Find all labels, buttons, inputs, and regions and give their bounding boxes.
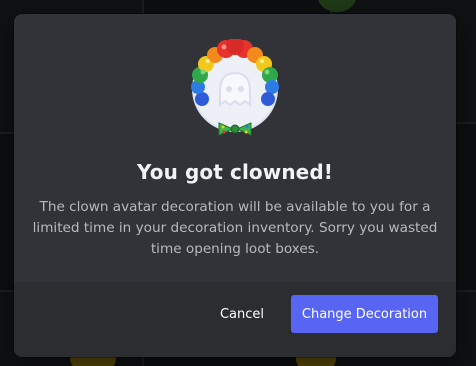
change-decoration-button[interactable]: Change Decoration [291,295,438,333]
clown-decoration-icon [191,39,279,136]
cancel-button[interactable]: Cancel [206,295,278,333]
avatar-with-decoration [186,39,284,137]
modal-title: You got clowned! [137,160,333,184]
modal-body: You got clowned! The clown avatar decora… [14,14,456,282]
clowned-modal: You got clowned! The clown avatar decora… [14,14,456,357]
modal-description: The clown avatar decoration will be avai… [32,199,438,257]
